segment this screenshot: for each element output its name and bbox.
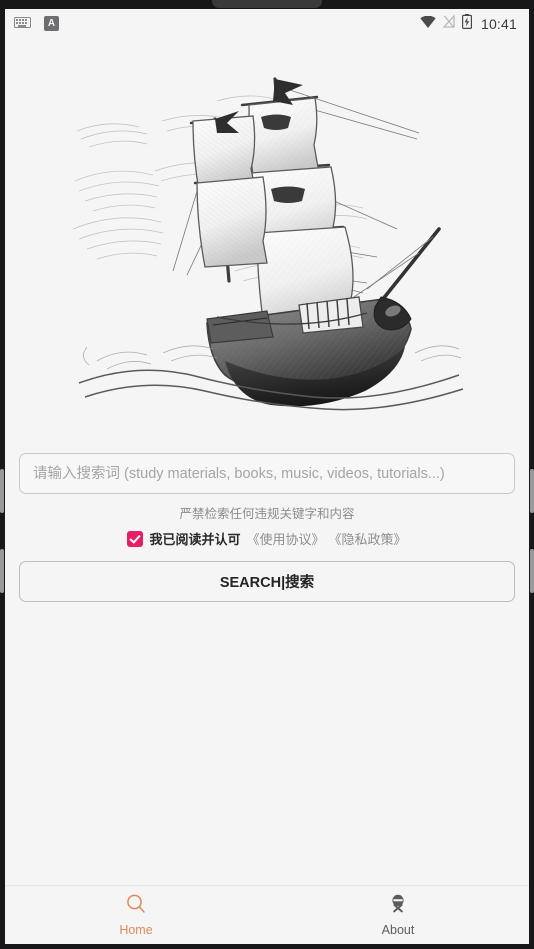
bottom-bezel [0, 944, 534, 949]
hero-illustration [5, 38, 529, 453]
top-bezel [0, 0, 534, 9]
search-input[interactable] [19, 453, 515, 494]
keyboard-icon [14, 15, 31, 33]
privacy-policy-link[interactable]: 《隐私政策》 [329, 529, 407, 548]
volume-down-button[interactable] [0, 549, 4, 593]
nav-label-home: Home [119, 923, 153, 937]
power-button[interactable] [530, 469, 534, 513]
agreement-row: 我已阅读并认可 《使用协议》 《隐私政策》 [19, 529, 515, 548]
signal-disabled-icon [442, 13, 455, 33]
search-icon [125, 893, 147, 920]
left-bezel [0, 9, 5, 949]
status-bar-clock: 10:41 [480, 15, 517, 32]
bottom-navigation-bar: Home About [5, 885, 529, 944]
nav-item-about[interactable]: About [267, 886, 529, 944]
search-form: 严禁检索任何违规关键字和内容 我已阅读并认可 《使用协议》 《隐私政策》 SEA… [5, 453, 529, 602]
status-bar-right: 10:41 [420, 13, 517, 34]
battery-charging-icon [461, 13, 472, 34]
search-button[interactable]: SEARCH|搜索 [19, 561, 515, 602]
screen: A 10:41 请输入搜索词 (study materials, books, … [5, 9, 529, 944]
agreement-label: 我已阅读并认可 [149, 533, 241, 548]
terms-of-use-link[interactable]: 《使用协议》 [246, 529, 324, 548]
medal-icon [387, 893, 409, 920]
status-bar-left: A [14, 15, 59, 33]
right-bezel [529, 9, 534, 949]
search-warning-text: 严禁检索任何违规关键字和内容 [179, 506, 355, 521]
device-frame: A 10:41 请输入搜索词 (study materials, books, … [0, 0, 534, 949]
sailing-ship-sketch-icon [72, 76, 464, 410]
input-method-icon: A [44, 16, 59, 31]
status-bar: A 10:41 [5, 9, 529, 38]
volume-up-button[interactable] [0, 469, 4, 513]
assistant-button[interactable] [530, 549, 534, 593]
nav-item-home[interactable]: Home [5, 886, 267, 944]
wifi-icon [420, 15, 436, 33]
camera-notch [212, 0, 322, 8]
nav-label-about: About [381, 923, 415, 937]
agreement-checkbox[interactable] [127, 530, 144, 547]
